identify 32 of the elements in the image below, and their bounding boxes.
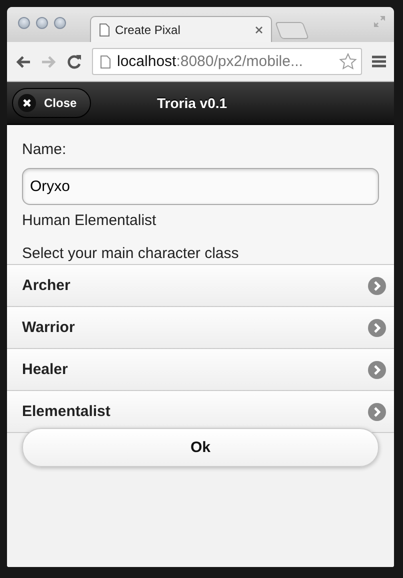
menu-icon[interactable] bbox=[372, 55, 386, 68]
close-window-icon[interactable] bbox=[18, 17, 30, 29]
app-title: Troria v0.1 bbox=[157, 95, 228, 111]
minimize-window-icon[interactable] bbox=[36, 17, 48, 29]
chevron-icon bbox=[368, 402, 386, 420]
close-icon bbox=[18, 94, 36, 112]
class-prompt: Select your main character class bbox=[22, 245, 239, 264]
chevron-icon bbox=[368, 360, 386, 378]
class-list-item[interactable]: Healer bbox=[7, 349, 394, 391]
page-icon bbox=[99, 22, 110, 36]
close-button[interactable]: Close bbox=[12, 88, 91, 118]
character-description: Human Elementalist bbox=[22, 212, 156, 229]
new-tab-button[interactable] bbox=[274, 22, 310, 39]
class-list-item[interactable]: Warrior bbox=[7, 307, 394, 349]
fullscreen-icon[interactable] bbox=[373, 15, 386, 28]
back-icon[interactable] bbox=[15, 54, 31, 68]
name-field[interactable]: Oryxo bbox=[22, 168, 379, 205]
name-label: Name: bbox=[22, 141, 66, 158]
url-text: localhost:8080/px2/mobile... bbox=[117, 53, 304, 70]
ok-button[interactable]: Ok bbox=[22, 428, 379, 467]
reload-icon[interactable] bbox=[67, 54, 82, 69]
class-list-item[interactable]: Elementalist bbox=[7, 391, 394, 433]
chevron-icon bbox=[368, 318, 386, 336]
browser-tab[interactable]: Create Pixal bbox=[90, 16, 272, 42]
class-list-item[interactable]: Archer bbox=[7, 265, 394, 307]
close-icon[interactable] bbox=[255, 26, 263, 34]
star-icon[interactable] bbox=[339, 53, 357, 70]
zoom-window-icon[interactable] bbox=[54, 17, 66, 29]
forward-icon[interactable] bbox=[41, 54, 57, 68]
address-bar[interactable]: localhost:8080/px2/mobile... bbox=[92, 48, 362, 75]
chevron-icon bbox=[368, 276, 386, 294]
page-icon bbox=[100, 54, 111, 68]
